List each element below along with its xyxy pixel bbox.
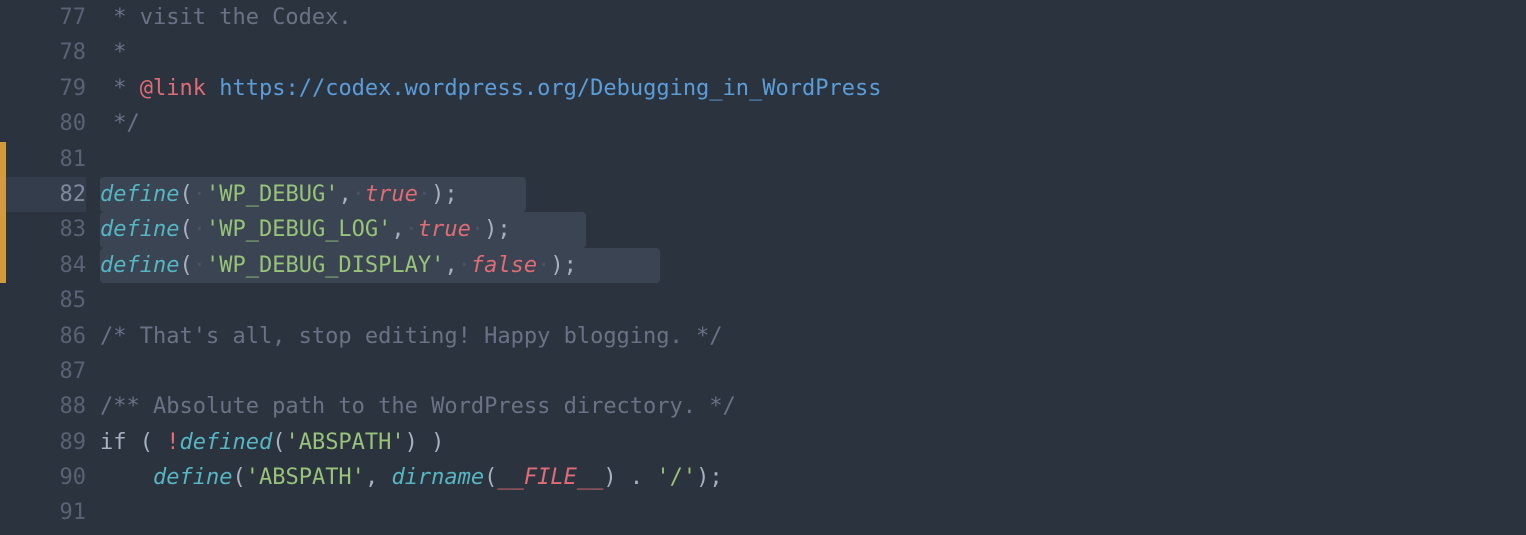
code-line[interactable]: * @link https://codex.wordpress.org/Debu… bbox=[100, 71, 1526, 106]
line-number[interactable]: 83 bbox=[6, 212, 86, 247]
code-line[interactable]: * bbox=[100, 35, 1526, 70]
code-text: /* That's all, stop editing! Happy blogg… bbox=[100, 324, 723, 349]
line-number[interactable]: 79 bbox=[6, 71, 86, 106]
line-number[interactable]: 81 bbox=[6, 142, 86, 177]
code-text: * visit the Codex. bbox=[100, 5, 352, 30]
code-area[interactable]: * visit the Codex. * * @link https://cod… bbox=[100, 0, 1526, 535]
code-text: /** Absolute path to the WordPress direc… bbox=[100, 394, 736, 419]
code-line[interactable] bbox=[100, 354, 1526, 389]
code-text: */ bbox=[100, 111, 140, 136]
code-line[interactable]: define('ABSPATH', dirname(__FILE__) . '/… bbox=[100, 460, 1526, 495]
line-number-gutter[interactable]: 777879808182838485868788899091 bbox=[6, 0, 100, 535]
line-number[interactable]: 78 bbox=[6, 35, 86, 70]
code-line[interactable] bbox=[100, 283, 1526, 318]
code-line[interactable] bbox=[100, 495, 1526, 530]
code-line[interactable]: define(·'WP_DEBUG_LOG',·true·); bbox=[100, 212, 1526, 247]
code-line[interactable]: * visit the Codex. bbox=[100, 0, 1526, 35]
line-number[interactable]: 85 bbox=[6, 283, 86, 318]
code-text: define(·'WP_DEBUG_DISPLAY',·false·); bbox=[100, 253, 577, 278]
code-text: define(·'WP_DEBUG',·true·); bbox=[100, 182, 458, 207]
code-line[interactable]: define(·'WP_DEBUG_DISPLAY',·false·); bbox=[100, 248, 1526, 283]
code-line[interactable]: define(·'WP_DEBUG',·true·); bbox=[100, 177, 1526, 212]
line-number[interactable]: 88 bbox=[6, 389, 86, 424]
code-text: define('ABSPATH', dirname(__FILE__) . '/… bbox=[100, 465, 723, 490]
code-line[interactable] bbox=[100, 142, 1526, 177]
code-text: define(·'WP_DEBUG_LOG',·true·); bbox=[100, 217, 511, 242]
code-line[interactable]: */ bbox=[100, 106, 1526, 141]
code-text: * @link https://codex.wordpress.org/Debu… bbox=[100, 76, 882, 101]
line-number[interactable]: 89 bbox=[6, 425, 86, 460]
line-number[interactable]: 80 bbox=[6, 106, 86, 141]
line-number[interactable]: 82 bbox=[6, 177, 86, 212]
line-number[interactable]: 91 bbox=[6, 495, 86, 530]
line-number[interactable]: 84 bbox=[6, 248, 86, 283]
line-number[interactable]: 86 bbox=[6, 319, 86, 354]
line-number[interactable]: 90 bbox=[6, 460, 86, 495]
code-editor[interactable]: 777879808182838485868788899091 * visit t… bbox=[0, 0, 1526, 535]
line-number[interactable]: 87 bbox=[6, 354, 86, 389]
code-line[interactable]: /** Absolute path to the WordPress direc… bbox=[100, 389, 1526, 424]
code-line[interactable]: /* That's all, stop editing! Happy blogg… bbox=[100, 319, 1526, 354]
line-number[interactable]: 77 bbox=[6, 0, 86, 35]
code-line[interactable]: if ( !defined('ABSPATH') ) bbox=[100, 425, 1526, 460]
code-text: if ( !defined('ABSPATH') ) bbox=[100, 430, 444, 455]
code-text: * bbox=[100, 40, 127, 65]
